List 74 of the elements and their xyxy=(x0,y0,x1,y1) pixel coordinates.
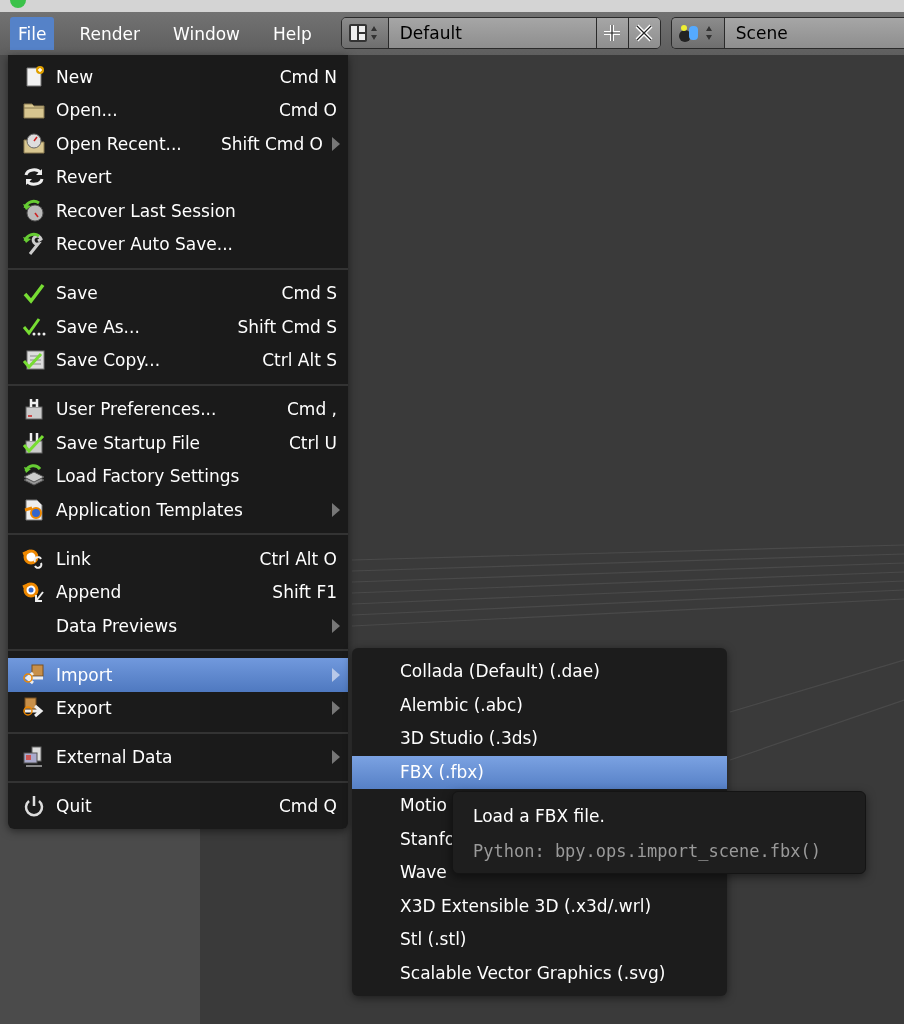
menu-item[interactable]: Quit Cmd Q xyxy=(8,789,348,823)
menu-item-label: User Preferences... xyxy=(56,399,218,420)
menu-item[interactable]: User Preferences... Cmd , xyxy=(8,392,348,426)
menu-item[interactable]: Collada (Default) (.dae) xyxy=(352,655,727,689)
wrench-arrow-icon xyxy=(22,232,46,257)
menu-item[interactable]: Application Templates xyxy=(8,493,348,527)
shortcut-label: Cmd S xyxy=(281,283,337,304)
menu-item[interactable]: Save Cmd S xyxy=(8,276,348,310)
menu-item[interactable]: Revert xyxy=(8,160,348,194)
menu-item-label: External Data xyxy=(56,747,174,768)
menu-item-label: Save Startup File xyxy=(56,432,202,453)
shortcut-label: Ctrl U xyxy=(288,432,337,453)
menu-item-label: Recover Auto Save... xyxy=(56,234,234,255)
check-preferences-icon xyxy=(22,430,46,455)
menu-item[interactable]: Recover Last Session xyxy=(8,194,348,228)
menu-item[interactable]: 3D Studio (.3ds) xyxy=(352,722,727,756)
check-icon xyxy=(22,281,46,306)
clock-arrow-icon xyxy=(22,198,46,223)
menu-item-label: Recover Last Session xyxy=(56,200,237,221)
shortcut-label: Ctrl Alt O xyxy=(259,548,337,569)
shortcut-label: Ctrl Alt S xyxy=(262,350,337,371)
menu-item-label: Application Templates xyxy=(56,499,244,520)
menu-item-label: Quit xyxy=(56,796,93,817)
menu-item-label: Save Copy... xyxy=(56,350,162,371)
menu-item[interactable]: Save Copy... Ctrl Alt S xyxy=(8,343,348,377)
menu-item[interactable]: New Cmd N xyxy=(8,60,348,94)
menu-item-label: Import xyxy=(56,664,114,685)
menu-item-label: Data Previews xyxy=(56,615,179,636)
menu-item[interactable]: Save Startup File Ctrl U xyxy=(8,426,348,460)
menu-item-label: Load Factory Settings xyxy=(56,466,241,487)
menu-item[interactable]: Save As... Shift Cmd S xyxy=(8,310,348,344)
menu-item-label: Append xyxy=(56,582,123,603)
menu-bar-item[interactable]: Help xyxy=(265,17,320,50)
menu-item[interactable]: Alembic (.abc) xyxy=(352,688,727,722)
menu-item-label: Save As... xyxy=(56,316,141,337)
python-hint: Python: bpy.ops.import_scene.fbx() xyxy=(473,840,822,863)
menu-item-label: New xyxy=(56,66,95,87)
menu-item-label: Link xyxy=(56,548,92,569)
menu-item[interactable]: Link Ctrl Alt O xyxy=(8,542,348,576)
preferences-icon xyxy=(22,397,46,422)
menu-bar-item[interactable]: Render xyxy=(71,17,148,50)
menu-item[interactable]: Scalable Vector Graphics (.svg) xyxy=(352,956,727,990)
menu-item-label: Revert xyxy=(56,167,113,188)
folder-clock-icon xyxy=(22,131,46,156)
shortcut-label: Cmd O xyxy=(279,100,337,121)
menu-item[interactable]: Open Recent... Shift Cmd O xyxy=(8,127,348,161)
menu-item[interactable]: Data Previews xyxy=(8,609,348,643)
import-icon xyxy=(22,662,46,687)
append-icon xyxy=(22,580,46,605)
menu-item[interactable]: External Data xyxy=(8,740,348,774)
shortcut-label: Cmd Q xyxy=(279,796,337,817)
menu-item[interactable]: Stl (.stl) xyxy=(352,923,727,957)
shortcut-label: Shift Cmd O xyxy=(220,133,323,154)
menu-bar-item[interactable]: File xyxy=(10,17,55,50)
menu-item-label: Open... xyxy=(56,100,119,121)
menu-item[interactable]: Import xyxy=(8,658,348,692)
shortcut-label: Shift Cmd S xyxy=(237,316,337,337)
shortcut-label: Cmd N xyxy=(279,66,337,87)
shortcut-label: Shift F1 xyxy=(272,582,337,603)
menu-item[interactable]: Export xyxy=(8,691,348,725)
power-icon xyxy=(22,794,46,819)
menu-item-label: Open Recent... xyxy=(56,133,183,154)
menu-bar-item[interactable]: Window xyxy=(165,17,248,50)
template-icon xyxy=(22,497,46,522)
tooltip-title: Load a FBX file. xyxy=(473,805,606,828)
check-document-icon xyxy=(22,348,46,373)
menu-item[interactable]: Load Factory Settings xyxy=(8,459,348,493)
shortcut-label: Cmd , xyxy=(286,399,337,420)
menu-item-label: Save xyxy=(56,283,99,304)
menu-item-label: Export xyxy=(56,698,113,719)
menu-item[interactable]: Recover Auto Save... xyxy=(8,227,348,261)
menu-item[interactable]: Open... Cmd O xyxy=(8,93,348,127)
menu-item[interactable]: Append Shift F1 xyxy=(8,575,348,609)
menu-item[interactable]: X3D Extensible 3D (.x3d/.wrl) xyxy=(352,889,727,923)
